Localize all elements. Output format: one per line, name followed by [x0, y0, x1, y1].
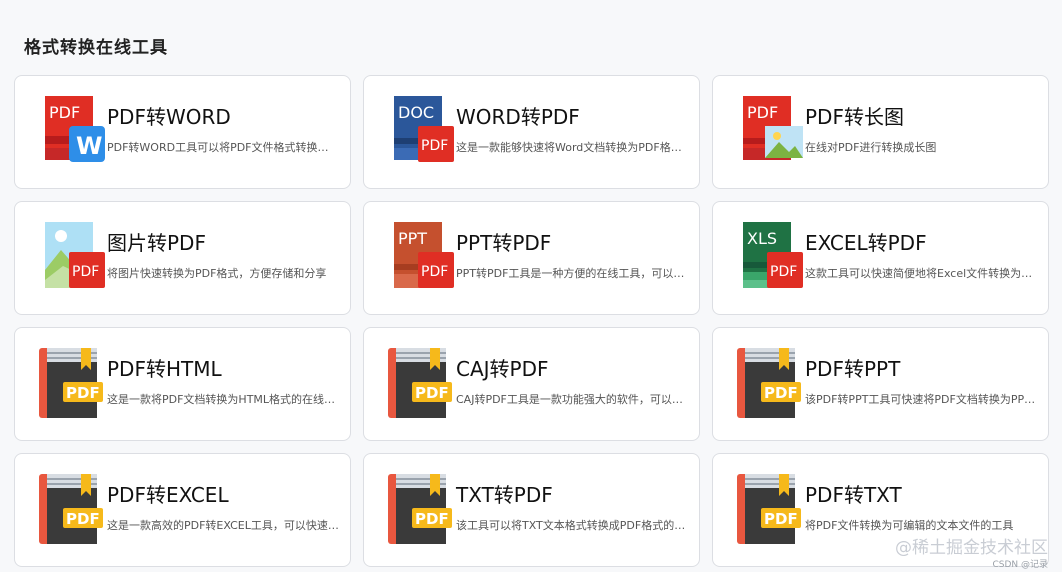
svg-text:PDF: PDF [72, 264, 99, 280]
tool-description: 该PDF转PPT工具可快速将PDF文档转换为PPT格式 [805, 393, 1037, 406]
pdf-book-icon: PDF [388, 474, 456, 546]
tool-title: PPT转PDF [456, 231, 552, 255]
svg-text:PDF: PDF [747, 103, 778, 122]
svg-text:PDF: PDF [764, 384, 798, 402]
tool-card-pdf-to-html[interactable]: PDF PDF转HTML 这是一款将PDF文档转换为HTML格式的在线工具 [14, 327, 351, 441]
svg-text:PDF: PDF [764, 510, 798, 528]
pdf-to-word-icon: PDF W [39, 96, 107, 168]
pdf-book-icon: PDF [39, 474, 107, 546]
page-title: 格式转换在线工具 [24, 38, 168, 58]
svg-text:XLS: XLS [747, 229, 777, 248]
tool-card-caj-to-pdf[interactable]: PDF CAJ转PDF CAJ转PDF工具是一款功能强大的软件，可以快速转换 [363, 327, 700, 441]
tool-card-pdf-to-ppt[interactable]: PDF PDF转PPT 该PDF转PPT工具可快速将PDF文档转换为PPT格式 [712, 327, 1049, 441]
svg-text:PDF: PDF [49, 103, 80, 122]
svg-text:PDF: PDF [415, 510, 449, 528]
tool-grid: PDF W PDF转WORD PDF转WORD工具可以将PDF文件格式转换为WO… [14, 75, 1049, 567]
tool-card-pdf-to-word[interactable]: PDF W PDF转WORD PDF转WORD工具可以将PDF文件格式转换为WO… [14, 75, 351, 189]
tool-card-ppt-to-pdf[interactable]: PPT PDF PPT转PDF PPT转PDF工具是一种方便的在线工具，可以快速… [363, 201, 700, 315]
tool-description: 在线对PDF进行转换成长图 [805, 141, 937, 154]
pdf-book-icon: PDF [39, 348, 107, 420]
word-to-pdf-icon: DOC PDF [388, 96, 456, 168]
tool-card-pdf-to-excel[interactable]: PDF PDF转EXCEL 这是一款高效的PDF转EXCEL工具，可以快速转换表… [14, 453, 351, 567]
watermark: @稀土掘金技术社区 [895, 538, 1048, 558]
ppt-to-pdf-icon: PPT PDF [388, 222, 456, 294]
tool-description: 这是一款将PDF文档转换为HTML格式的在线工具 [107, 393, 339, 406]
svg-text:W: W [76, 132, 102, 160]
svg-text:PDF: PDF [66, 384, 100, 402]
tool-description: 将PDF文件转换为可编辑的文本文件的工具 [805, 519, 1014, 532]
watermark-small: CSDN @记录 [992, 560, 1048, 570]
svg-text:PDF: PDF [421, 138, 448, 154]
tool-title: TXT转PDF [456, 483, 553, 507]
tool-card-txt-to-pdf[interactable]: PDF TXT转PDF 该工具可以将TXT文本格式转换成PDF格式的在线工具 [363, 453, 700, 567]
tool-title: PDF转TXT [805, 483, 902, 507]
tool-description: PDF转WORD工具可以将PDF文件格式转换为WORD文档 [107, 141, 339, 154]
pdf-book-icon: PDF [388, 348, 456, 420]
svg-text:PDF: PDF [421, 264, 448, 280]
svg-text:DOC: DOC [398, 103, 434, 122]
svg-text:PDF: PDF [66, 510, 100, 528]
pdf-book-icon: PDF [737, 348, 805, 420]
tool-card-image-to-pdf[interactable]: PDF 图片转PDF 将图片快速转换为PDF格式，方便存储和分享 [14, 201, 351, 315]
tool-title: CAJ转PDF [456, 357, 549, 381]
pdf-book-icon: PDF [737, 474, 805, 546]
tool-description: 这是一款高效的PDF转EXCEL工具，可以快速转换表格 [107, 519, 339, 532]
tool-title: PDF转EXCEL [107, 483, 229, 507]
image-to-pdf-icon: PDF [39, 222, 107, 294]
tool-title: PDF转HTML [107, 357, 222, 381]
tool-description: CAJ转PDF工具是一款功能强大的软件，可以快速转换 [456, 393, 688, 406]
tool-description: 该工具可以将TXT文本格式转换成PDF格式的在线工具 [456, 519, 688, 532]
tool-description: 将图片快速转换为PDF格式，方便存储和分享 [107, 267, 327, 280]
pdf-to-image-icon: PDF [737, 96, 805, 168]
excel-to-pdf-icon: XLS PDF [737, 222, 805, 294]
tool-card-word-to-pdf[interactable]: DOC PDF WORD转PDF 这是一款能够快速将Word文档转换为PDF格式… [363, 75, 700, 189]
tool-card-excel-to-pdf[interactable]: XLS PDF EXCEL转PDF 这款工具可以快速简便地将Excel文件转换为… [712, 201, 1049, 315]
tool-description: PPT转PDF工具是一种方便的在线工具，可以快速转换 [456, 267, 688, 280]
tool-description: 这款工具可以快速简便地将Excel文件转换为PDF格式 [805, 267, 1037, 280]
svg-text:PDF: PDF [415, 384, 449, 402]
tool-title: PDF转长图 [805, 105, 904, 129]
tool-title: PDF转WORD [107, 105, 231, 129]
tool-title: EXCEL转PDF [805, 231, 927, 255]
tool-title: WORD转PDF [456, 105, 580, 129]
tool-title: PDF转PPT [805, 357, 901, 381]
tool-title: 图片转PDF [107, 231, 206, 255]
tool-card-pdf-to-long-image[interactable]: PDF PDF转长图 在线对PDF进行转换成长图 [712, 75, 1049, 189]
tool-description: 这是一款能够快速将Word文档转换为PDF格式的工具 [456, 141, 688, 154]
svg-text:PPT: PPT [398, 229, 427, 248]
svg-text:PDF: PDF [770, 264, 797, 280]
